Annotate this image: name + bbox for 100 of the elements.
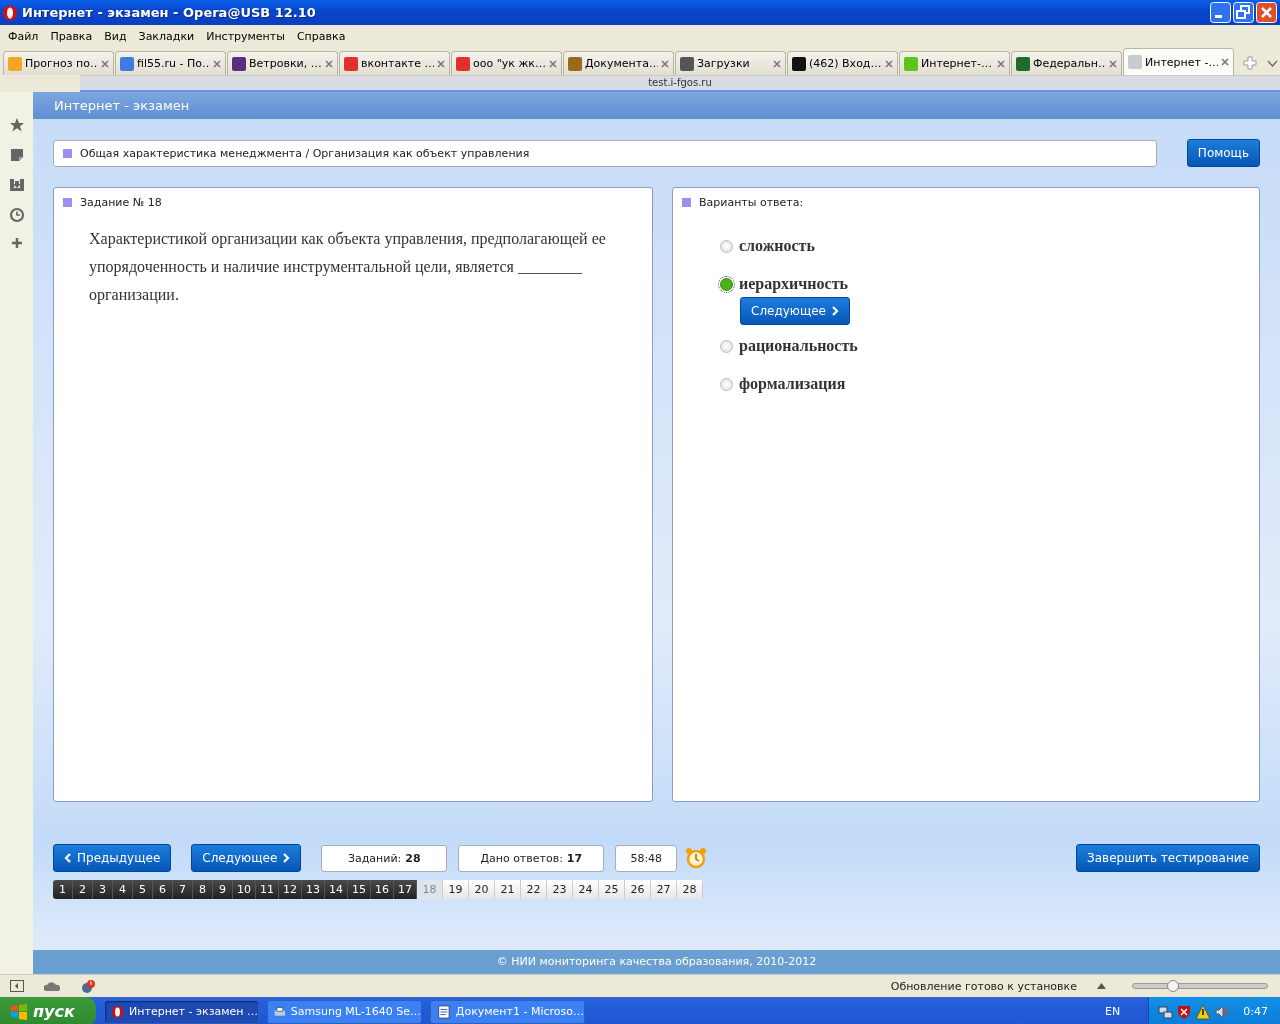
panel-toggle-icon[interactable] xyxy=(10,980,24,992)
radio-button[interactable] xyxy=(720,339,733,353)
slider-thumb[interactable] xyxy=(1166,980,1179,992)
browser-tab[interactable]: вконтакте … xyxy=(339,51,450,75)
answer-option[interactable]: иерархичность xyxy=(739,275,848,293)
up-arrow-icon[interactable] xyxy=(1097,983,1106,989)
plus-icon[interactable] xyxy=(10,237,23,249)
taskbar-button[interactable]: Интернет - экзамен … xyxy=(104,999,259,1024)
star-icon[interactable] xyxy=(8,117,25,133)
menu-item[interactable]: Закладки xyxy=(132,29,201,43)
update-message[interactable]: Обновление готово к установке xyxy=(890,979,1077,993)
question-number[interactable]: 16 xyxy=(371,880,394,899)
radio-button[interactable] xyxy=(720,377,733,391)
alarm-clock-icon xyxy=(685,847,708,869)
plus-icon[interactable] xyxy=(1243,56,1257,70)
question-number[interactable]: 24 xyxy=(573,880,599,899)
question-number[interactable]: 8 xyxy=(193,880,213,899)
cloud-icon[interactable] xyxy=(44,981,60,991)
taskbar-button[interactable]: Samsung ML-1640 Se… xyxy=(267,999,422,1024)
clock-icon[interactable] xyxy=(8,207,25,223)
browser-tab[interactable]: Федеральн… xyxy=(1011,51,1122,75)
question-number[interactable]: 9 xyxy=(213,880,233,899)
question-number[interactable]: 21 xyxy=(495,880,521,899)
question-number[interactable]: 19 xyxy=(443,880,469,899)
question-number[interactable]: 10 xyxy=(233,880,256,899)
question-number[interactable]: 11 xyxy=(256,880,279,899)
question-number[interactable]: 22 xyxy=(521,880,547,899)
chevron-right-icon xyxy=(832,306,839,316)
browser-tab[interactable]: (462) Вход… xyxy=(787,51,898,75)
tasks-label: Заданий: xyxy=(347,851,402,865)
close-tab-icon[interactable] xyxy=(773,59,781,68)
download-tray-icon[interactable] xyxy=(8,177,25,193)
question-number[interactable]: 14 xyxy=(325,880,348,899)
browser-tab[interactable]: Ветровки, … xyxy=(227,51,338,75)
question-number[interactable]: 26 xyxy=(625,880,651,899)
help-button[interactable]: Помощь xyxy=(1186,139,1260,167)
address-bar[interactable]: test.i-fgos.ru xyxy=(80,75,1280,92)
language-indicator[interactable]: EN xyxy=(1105,1005,1121,1018)
alert-badge-icon[interactable] xyxy=(80,979,96,993)
minimize-icon[interactable] xyxy=(1210,2,1231,23)
breadcrumb-text: Общая характеристика менеджмента / Организация как объект управления xyxy=(80,146,530,160)
menu-item[interactable]: Справка xyxy=(290,29,352,43)
browser-tab[interactable]: ооо "ук жк… xyxy=(451,51,562,75)
close-tab-icon[interactable] xyxy=(549,59,557,68)
question-number[interactable]: 28 xyxy=(677,880,703,899)
question-number[interactable]: 20 xyxy=(469,880,495,899)
question-number[interactable]: 3 xyxy=(93,880,113,899)
warning-icon[interactable] xyxy=(1195,1003,1212,1020)
note-icon[interactable] xyxy=(8,147,25,163)
close-tab-icon[interactable] xyxy=(437,59,445,68)
start-button[interactable]: пуск xyxy=(0,997,96,1024)
close-tab-icon[interactable] xyxy=(101,59,109,68)
next-button[interactable]: Следующее xyxy=(191,844,302,872)
menu-item[interactable]: Инструменты xyxy=(200,29,291,43)
answer-option[interactable]: рациональность xyxy=(739,337,858,355)
browser-tab[interactable]: Документа… xyxy=(563,51,674,75)
opera-logo-icon xyxy=(111,1003,125,1020)
browser-tab[interactable]: Интернет-… xyxy=(899,51,1010,75)
answer-option[interactable]: сложность xyxy=(739,237,815,255)
menu-item[interactable]: Правка xyxy=(44,29,99,43)
question-number[interactable]: 4 xyxy=(113,880,133,899)
close-tab-icon[interactable] xyxy=(325,59,333,68)
question-number[interactable]: 13 xyxy=(302,880,325,899)
question-number[interactable]: 1 xyxy=(53,880,73,899)
radio-button[interactable] xyxy=(720,277,733,291)
close-tab-icon[interactable] xyxy=(997,59,1005,68)
page-header: Интернет - экзамен xyxy=(33,92,1280,119)
question-number[interactable]: 12 xyxy=(279,880,302,899)
finish-test-button[interactable]: Завершить тестирование xyxy=(1076,844,1260,872)
close-icon[interactable] xyxy=(1256,2,1277,23)
radio-button[interactable] xyxy=(720,239,733,253)
question-number[interactable]: 25 xyxy=(599,880,625,899)
taskbar-button[interactable]: Документ1 - Microso… xyxy=(430,999,585,1024)
menu-item[interactable]: Вид xyxy=(98,29,133,43)
next-button[interactable]: Следующее xyxy=(740,297,850,325)
close-tab-icon[interactable] xyxy=(885,59,893,68)
restore-icon[interactable] xyxy=(1233,2,1254,23)
question-number[interactable]: 5 xyxy=(133,880,153,899)
menu-item[interactable]: Файл xyxy=(2,29,45,43)
question-number[interactable]: 15 xyxy=(348,880,371,899)
question-number[interactable]: 7 xyxy=(173,880,193,899)
question-number[interactable]: 27 xyxy=(651,880,677,899)
close-tab-icon[interactable] xyxy=(1221,58,1229,66)
browser-tab[interactable]: Загрузки xyxy=(675,51,786,75)
question-number[interactable]: 2 xyxy=(73,880,93,899)
question-number[interactable]: 6 xyxy=(153,880,173,899)
browser-tab[interactable]: Интернет -… xyxy=(1123,48,1234,75)
close-tab-icon[interactable] xyxy=(213,59,221,68)
timer: 58:48 xyxy=(615,844,678,872)
shield-icon[interactable] xyxy=(1176,1003,1193,1020)
question-number[interactable]: 23 xyxy=(547,880,573,899)
question-number[interactable]: 17 xyxy=(394,880,417,899)
windows-flag-icon xyxy=(10,1002,28,1021)
network-icon[interactable] xyxy=(1157,1003,1174,1020)
answer-option[interactable]: формализация xyxy=(739,375,846,393)
browser-tab[interactable]: fil55.ru - По… xyxy=(115,51,226,75)
close-tab-icon[interactable] xyxy=(661,59,669,68)
previous-button[interactable]: Предыдущее xyxy=(53,844,172,872)
close-tab-icon[interactable] xyxy=(1109,59,1117,68)
browser-tab[interactable]: Прогноз по… xyxy=(3,51,114,75)
